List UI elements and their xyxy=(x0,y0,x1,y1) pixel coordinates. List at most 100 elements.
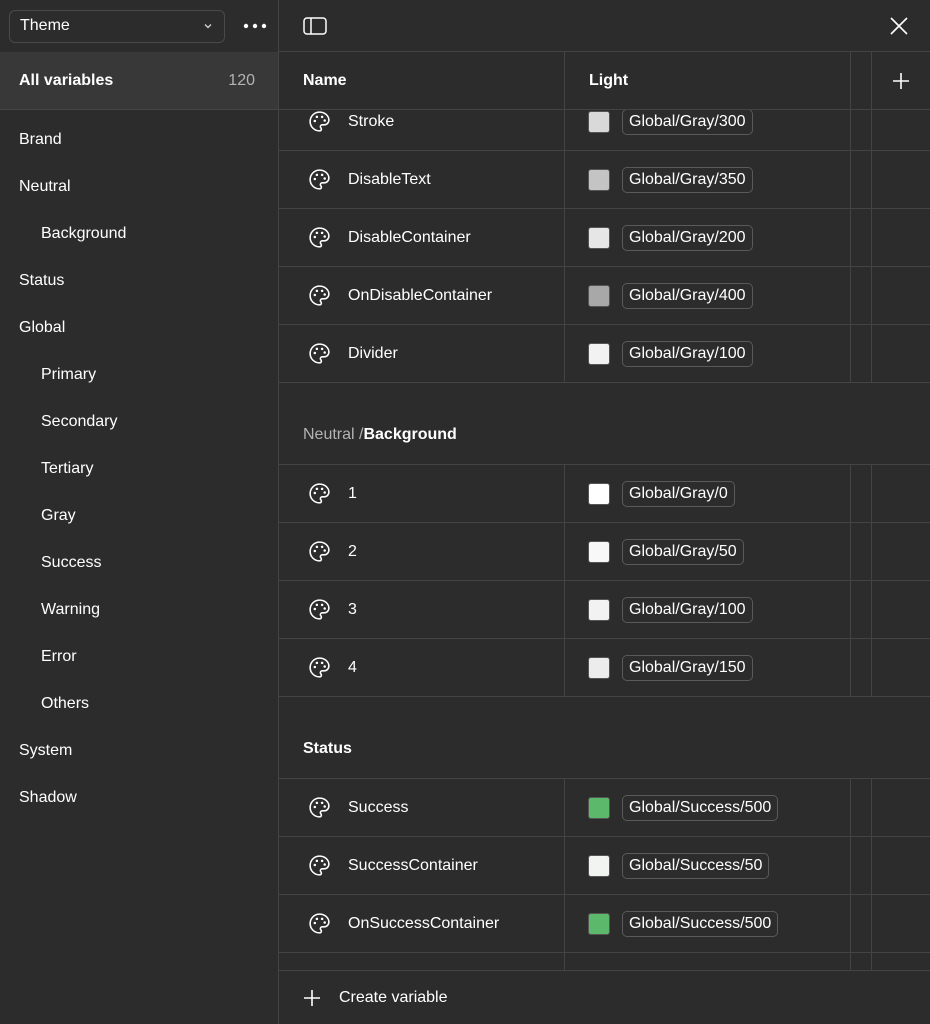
name-cell[interactable]: Success xyxy=(279,779,565,836)
alias-pill[interactable]: Global/Gray/0 xyxy=(622,480,735,507)
color-variable-icon xyxy=(309,169,330,190)
sidebar-group-item[interactable]: Primary xyxy=(0,351,278,398)
table-row[interactable]: DisableText Global/Gray/350 xyxy=(279,151,930,209)
alias-pill[interactable]: Global/Gray/400 xyxy=(622,282,753,309)
sidebar-group-item[interactable]: Tertiary xyxy=(0,445,278,492)
table-row[interactable]: 3 Global/Gray/100 xyxy=(279,581,930,639)
name-cell[interactable]: OnDisableContainer xyxy=(279,267,565,324)
name-cell[interactable]: OnSuccessContainer xyxy=(279,895,565,952)
color-swatch xyxy=(588,796,610,819)
color-swatch xyxy=(588,540,610,563)
sidebar-group-item[interactable]: Error xyxy=(0,633,278,680)
color-swatch xyxy=(588,912,610,935)
variable-name: OnDisableContainer xyxy=(348,286,493,304)
sidebar-group-item[interactable]: Background xyxy=(0,210,278,257)
alias-pill[interactable]: Global/Success/500 xyxy=(622,910,779,937)
variables-panel: Name Light Stroke Global/Gray/300 DisableT… xyxy=(279,0,930,1024)
table-row[interactable]: 1 Global/Gray/0 xyxy=(279,465,930,523)
more-options-button[interactable] xyxy=(243,14,267,38)
value-cell[interactable]: Global/Gray/0 xyxy=(565,465,851,522)
table-row[interactable] xyxy=(279,953,930,970)
value-cell[interactable]: Global/Gray/100 xyxy=(565,581,851,638)
spacer-cell xyxy=(851,523,872,580)
color-swatch xyxy=(588,854,610,877)
sidebar-group-item[interactable]: Others xyxy=(0,680,278,727)
sidebar-group-item[interactable]: Global xyxy=(0,304,278,351)
alias-pill[interactable]: Global/Gray/350 xyxy=(622,166,753,193)
value-cell[interactable]: Global/Gray/400 xyxy=(565,267,851,324)
value-cell[interactable]: Global/Success/500 xyxy=(565,779,851,836)
variable-name: 1 xyxy=(348,484,357,502)
column-header-name[interactable]: Name xyxy=(279,52,565,109)
color-variable-icon xyxy=(309,913,330,934)
sidebar-header: Theme xyxy=(0,0,278,52)
alias-pill[interactable]: Global/Success/500 xyxy=(622,794,779,821)
alias-pill[interactable]: Global/Gray/50 xyxy=(622,538,744,565)
table-row[interactable]: SuccessContainer Global/Success/50 xyxy=(279,837,930,895)
value-cell[interactable]: Global/Gray/100 xyxy=(565,325,851,382)
table-row[interactable]: 2 Global/Gray/50 xyxy=(279,523,930,581)
sidebar-group-item[interactable]: Success xyxy=(0,539,278,586)
alias-pill[interactable]: Global/Success/50 xyxy=(622,852,770,879)
sidebar-group-item[interactable]: Brand xyxy=(0,116,278,163)
variable-name: DisableContainer xyxy=(348,228,471,246)
value-cell[interactable] xyxy=(565,953,851,970)
sidebar-group-item[interactable]: Gray xyxy=(0,492,278,539)
name-cell[interactable] xyxy=(279,953,565,970)
table-row[interactable]: DisableContainer Global/Gray/200 xyxy=(279,209,930,267)
variable-name: 3 xyxy=(348,600,357,618)
alias-pill[interactable]: Global/Gray/150 xyxy=(622,654,753,681)
name-cell[interactable]: 4 xyxy=(279,639,565,696)
name-cell[interactable]: 3 xyxy=(279,581,565,638)
alias-pill[interactable]: Global/Gray/100 xyxy=(622,340,753,367)
name-cell[interactable]: SuccessContainer xyxy=(279,837,565,894)
sidebar-group-item[interactable]: Shadow xyxy=(0,774,278,821)
alias-pill[interactable]: Global/Gray/200 xyxy=(622,224,753,251)
close-icon xyxy=(890,16,908,35)
value-cell[interactable]: Global/Success/500 xyxy=(565,895,851,952)
table-row[interactable]: OnSuccessContainer Global/Success/500 xyxy=(279,895,930,953)
color-variable-icon xyxy=(309,541,330,562)
sidebar-group-item[interactable]: Warning xyxy=(0,586,278,633)
table-header: Name Light xyxy=(279,52,930,110)
sidebar-group-item[interactable]: Secondary xyxy=(0,398,278,445)
toggle-sidebar-button[interactable] xyxy=(302,13,328,39)
add-mode-button[interactable] xyxy=(872,52,930,109)
name-cell[interactable]: DisableContainer xyxy=(279,209,565,266)
value-cell[interactable]: Global/Gray/150 xyxy=(565,639,851,696)
value-cell[interactable]: Global/Gray/50 xyxy=(565,523,851,580)
column-header-light[interactable]: Light xyxy=(565,52,851,109)
spacer-cell xyxy=(851,779,872,836)
variable-name: 4 xyxy=(348,658,357,676)
section-path-prefix: Neutral / xyxy=(303,426,364,443)
table-row[interactable]: Success Global/Success/500 xyxy=(279,779,930,837)
color-swatch xyxy=(588,284,610,307)
name-cell[interactable]: DisableText xyxy=(279,151,565,208)
spacer-cell xyxy=(851,267,872,324)
all-variables-count: 120 xyxy=(228,72,255,89)
sidebar-group-item[interactable]: Status xyxy=(0,257,278,304)
sidebar-group-item[interactable]: Neutral xyxy=(0,163,278,210)
variable-name: Stroke xyxy=(348,112,395,130)
table-row[interactable]: 4 Global/Gray/150 xyxy=(279,639,930,697)
value-cell[interactable]: Global/Success/50 xyxy=(565,837,851,894)
group-list: Brand Neutral Background Status Global Primar… xyxy=(0,110,278,821)
color-swatch xyxy=(588,482,610,505)
collection-dropdown[interactable]: Theme xyxy=(9,9,225,43)
color-swatch xyxy=(588,226,610,249)
sidebar-group-item[interactable]: System xyxy=(0,727,278,774)
color-variable-icon xyxy=(309,343,330,364)
value-cell[interactable]: Global/Gray/350 xyxy=(565,151,851,208)
value-cell[interactable]: Global/Gray/200 xyxy=(565,209,851,266)
chevron-down-icon xyxy=(204,24,212,29)
table-row[interactable]: OnDisableContainer Global/Gray/400 xyxy=(279,267,930,325)
all-variables-item[interactable]: All variables 120 xyxy=(0,52,278,110)
close-button[interactable] xyxy=(886,13,912,39)
table-row[interactable]: Divider Global/Gray/100 xyxy=(279,325,930,383)
alias-pill[interactable]: Global/Gray/100 xyxy=(622,596,753,623)
alias-pill[interactable]: Global/Gray/300 xyxy=(622,108,753,135)
name-cell[interactable]: 2 xyxy=(279,523,565,580)
create-variable-button[interactable]: Create variable xyxy=(279,970,930,1024)
name-cell[interactable]: 1 xyxy=(279,465,565,522)
name-cell[interactable]: Divider xyxy=(279,325,565,382)
